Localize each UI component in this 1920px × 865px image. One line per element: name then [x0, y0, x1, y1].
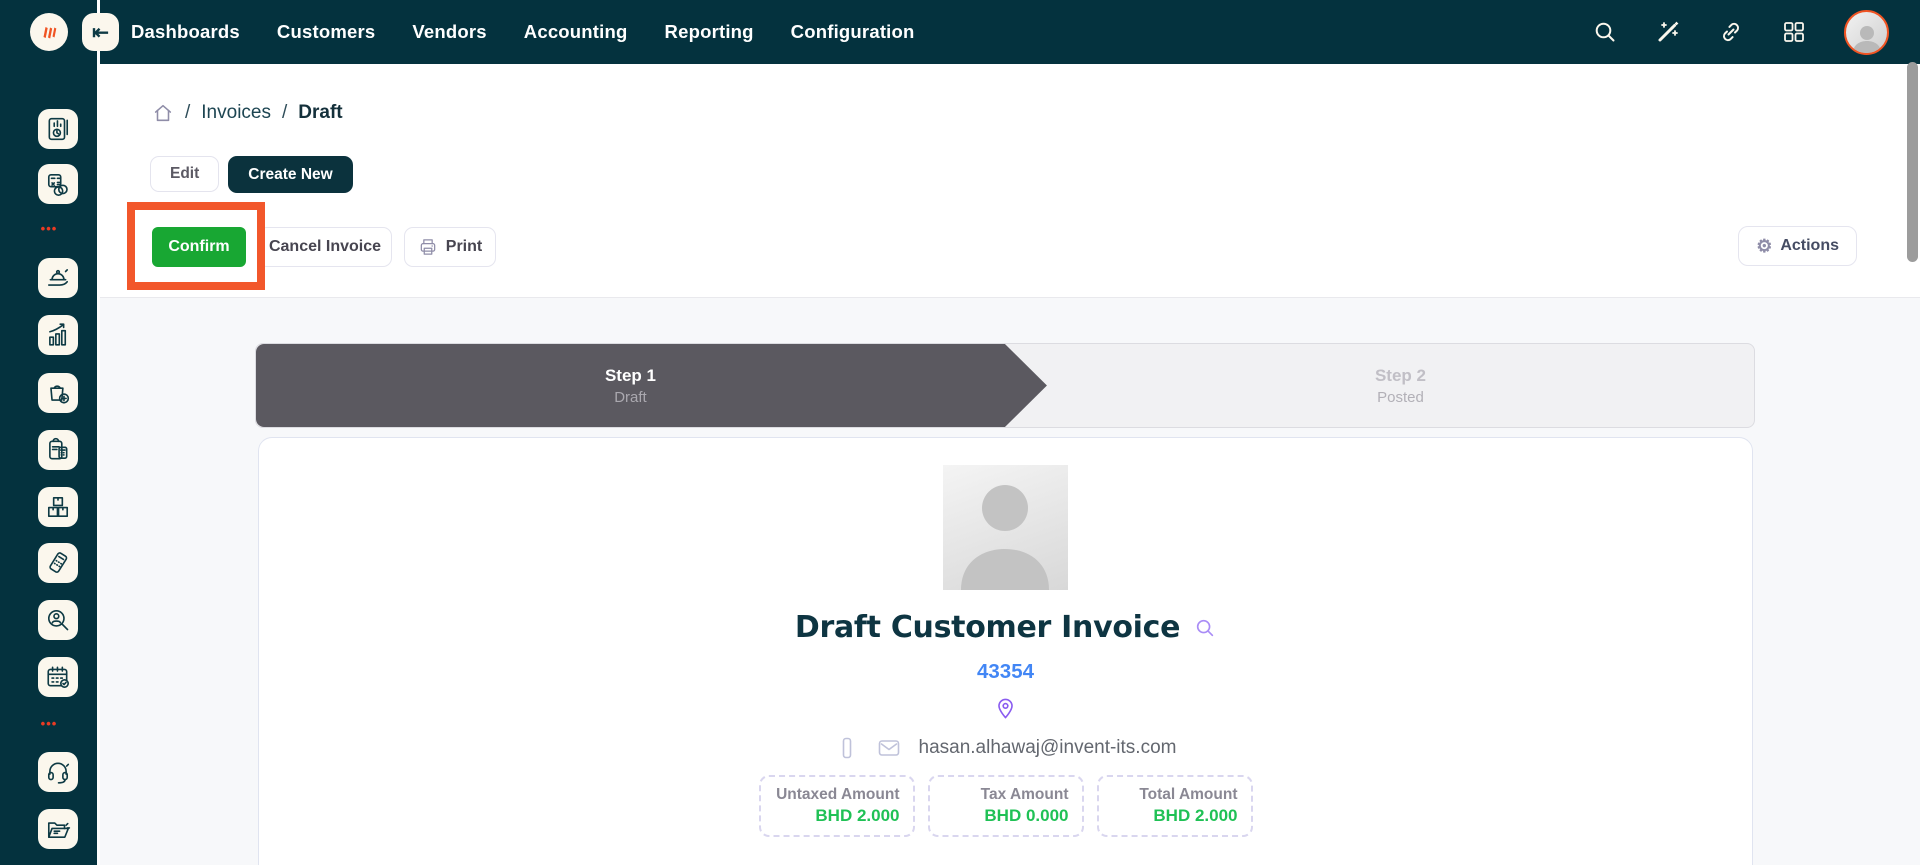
- menu-vendors[interactable]: Vendors: [412, 21, 486, 43]
- documents-folder-icon: [45, 816, 71, 842]
- search-icon[interactable]: [1592, 19, 1618, 45]
- stat-label: Untaxed Amount: [774, 786, 900, 804]
- sidebar-item-services[interactable]: [38, 258, 78, 298]
- create-new-button[interactable]: Create New: [228, 156, 352, 193]
- headset-icon: [45, 759, 71, 785]
- step-subtitle: Posted: [1377, 389, 1424, 406]
- customer-avatar-placeholder: [943, 465, 1068, 590]
- breadcrumb-separator: /: [282, 102, 287, 124]
- step-title: Step 2: [1375, 366, 1426, 386]
- stat-value: BHD 2.000: [1112, 806, 1238, 826]
- app-logo[interactable]: [30, 13, 68, 51]
- link-icon[interactable]: [1718, 19, 1744, 45]
- breadcrumb: / Invoices / Draft: [152, 102, 343, 124]
- stat-untaxed-amount: Untaxed Amount BHD 2.000: [759, 775, 915, 837]
- gear-icon: ⚙: [1756, 237, 1772, 255]
- main-menu: Dashboards Customers Vendors Accounting …: [131, 0, 915, 64]
- edit-button[interactable]: Edit: [150, 156, 219, 192]
- pos-terminal-icon: [45, 550, 71, 576]
- actions-button[interactable]: ⚙ Actions: [1738, 226, 1857, 266]
- envelope-icon: [877, 736, 901, 760]
- sidebar-collapse-button[interactable]: ⇤: [82, 13, 119, 51]
- sidebar-item-recruitment[interactable]: [38, 600, 78, 640]
- breadcrumb-separator: /: [185, 102, 190, 124]
- location-link[interactable]: [994, 697, 1017, 725]
- page-title: Draft Customer Invoice: [795, 610, 1180, 645]
- app-window: ⇤ Dashboards Customers Vendors Accountin…: [0, 0, 1920, 865]
- magic-wand-icon[interactable]: [1655, 19, 1681, 45]
- person-silhouette-icon: [1850, 23, 1884, 53]
- step-posted[interactable]: Step 2 Posted: [1047, 344, 1754, 427]
- invoice-card: Draft Customer Invoice 43354: [258, 437, 1753, 865]
- stat-tax-amount: Tax Amount BHD 0.000: [928, 775, 1084, 837]
- vertical-scrollbar[interactable]: [1907, 62, 1918, 262]
- stat-value: BHD 2.000: [774, 806, 900, 826]
- status-stepper: Step 1 Draft Step 2 Posted: [255, 343, 1755, 428]
- growth-chart-icon: [45, 322, 71, 348]
- contact-row: hasan.alhawaj@invent-its.com: [835, 736, 1177, 760]
- logo-zigzag-icon: [37, 20, 61, 44]
- location-pin-icon: [994, 697, 1017, 720]
- menu-reporting[interactable]: Reporting: [665, 21, 754, 43]
- breadcrumb-invoices[interactable]: Invoices: [201, 102, 271, 124]
- cancel-invoice-button[interactable]: Cancel Invoice: [258, 227, 392, 267]
- user-avatar[interactable]: [1844, 10, 1889, 55]
- sidebar-item-report-book[interactable]: [38, 109, 78, 149]
- app-sidebar: •••: [0, 64, 98, 865]
- amount-summary: Untaxed Amount BHD 2.000 Tax Amount BHD …: [759, 775, 1253, 837]
- sidebar-item-purchase[interactable]: [38, 373, 78, 413]
- step-draft[interactable]: Step 1 Draft: [256, 344, 1047, 427]
- invoice-title-row: Draft Customer Invoice: [795, 610, 1216, 645]
- sidebar-item-accounting[interactable]: [38, 164, 78, 204]
- confirm-button[interactable]: Confirm: [152, 227, 246, 267]
- sidebar-item-sales-growth[interactable]: [38, 315, 78, 355]
- sidebar-overflow-dots-top: •••: [0, 221, 98, 236]
- person-silhouette-icon: [943, 465, 1068, 590]
- calendar-check-icon: [45, 664, 71, 690]
- stat-value: BHD 0.000: [943, 806, 1069, 826]
- service-hand-icon: [45, 265, 71, 291]
- sidebar-item-pos[interactable]: [38, 543, 78, 583]
- packages-icon: [45, 494, 71, 520]
- stat-label: Total Amount: [1112, 786, 1238, 804]
- step-title: Step 1: [605, 366, 656, 386]
- menu-dashboards[interactable]: Dashboards: [131, 21, 240, 43]
- page-actions: Edit Create New: [150, 156, 353, 193]
- topbar-actions: [1592, 0, 1889, 64]
- breadcrumb-draft: Draft: [298, 102, 342, 124]
- printer-icon: [418, 237, 438, 257]
- sidebar-item-support[interactable]: [38, 752, 78, 792]
- apps-grid-icon[interactable]: [1781, 19, 1807, 45]
- step-subtitle: Draft: [614, 389, 647, 406]
- stat-label: Tax Amount: [943, 786, 1069, 804]
- invoice-number[interactable]: 43354: [977, 660, 1034, 684]
- sidebar-separator: [97, 0, 100, 865]
- print-button[interactable]: Print: [404, 227, 496, 267]
- clipboard-calculator-icon: [45, 437, 71, 463]
- page-body: Step 1 Draft Step 2 Posted Draft Cu: [98, 298, 1920, 865]
- sidebar-item-billing[interactable]: [38, 430, 78, 470]
- sidebar-overflow-dots-bottom: •••: [0, 716, 98, 731]
- mobile-phone-icon: [835, 736, 859, 760]
- customer-email[interactable]: hasan.alhawaj@invent-its.com: [919, 737, 1177, 759]
- stat-total-amount: Total Amount BHD 2.000: [1097, 775, 1253, 837]
- bag-add-icon: [45, 380, 71, 406]
- sidebar-item-documents[interactable]: [38, 809, 78, 849]
- sidebar-item-inventory[interactable]: [38, 487, 78, 527]
- print-label: Print: [446, 238, 482, 256]
- actions-label: Actions: [1780, 237, 1839, 255]
- menu-customers[interactable]: Customers: [277, 21, 375, 43]
- report-book-icon: [45, 116, 71, 142]
- home-icon[interactable]: [152, 102, 174, 124]
- calculator-coins-icon: [45, 171, 71, 197]
- zoom-search-icon[interactable]: [1194, 617, 1216, 639]
- sidebar-item-planning[interactable]: [38, 657, 78, 697]
- menu-accounting[interactable]: Accounting: [524, 21, 628, 43]
- main-content: / Invoices / Draft Edit Create New Confi…: [98, 64, 1920, 865]
- menu-configuration[interactable]: Configuration: [791, 21, 915, 43]
- candidate-search-icon: [45, 607, 71, 633]
